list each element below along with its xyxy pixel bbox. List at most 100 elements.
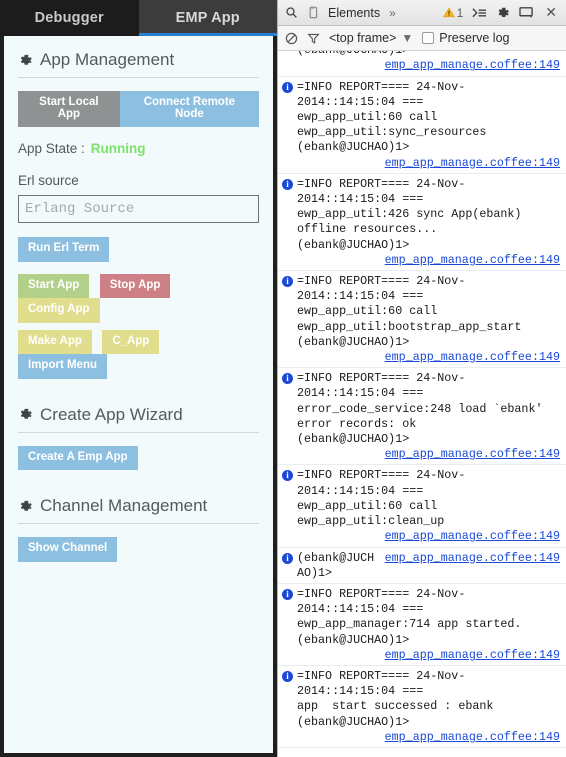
devtools-active-panel-label[interactable]: Elements bbox=[328, 6, 380, 20]
search-icon[interactable] bbox=[285, 6, 298, 19]
console-output[interactable]: i ewp_app_util:load_template_files (ebank… bbox=[278, 51, 566, 757]
warning-icon bbox=[442, 7, 455, 18]
log-source-link[interactable]: emp_app_manage.coffee:149 bbox=[297, 730, 566, 745]
info-icon: i bbox=[278, 587, 297, 600]
log-message: =INFO REPORT==== 24-Nov- 2014::14:15:04 … bbox=[297, 468, 466, 529]
console-filter-bar: <top frame> ▼ Preserve log bbox=[278, 26, 566, 51]
console-prompt[interactable]: › bbox=[278, 748, 566, 757]
log-entry[interactable]: iewp_app_util:load_template_files (ebank… bbox=[278, 51, 566, 77]
run-erl-row: Run Erl Term bbox=[18, 237, 259, 262]
section-app-management-title: App Management bbox=[40, 50, 175, 69]
tab-emp-app-label: EMP App bbox=[175, 10, 240, 26]
close-icon[interactable]: ✕ bbox=[543, 4, 559, 21]
info-icon: i bbox=[278, 468, 297, 482]
frame-selector[interactable]: <top frame> ▼ bbox=[329, 31, 413, 45]
stop-app-button[interactable]: Stop App bbox=[99, 273, 171, 298]
more-panels-icon[interactable]: » bbox=[389, 6, 396, 20]
erl-source-input[interactable] bbox=[18, 195, 259, 223]
app-state-label: App State : bbox=[18, 141, 85, 156]
run-erl-term-button[interactable]: Run Erl Term bbox=[18, 237, 110, 262]
info-icon: i bbox=[278, 371, 297, 385]
app-action-row-2: Make App C_App Import Menu bbox=[18, 329, 259, 379]
log-source-link[interactable]: emp_app_manage.coffee:149 bbox=[297, 58, 566, 73]
log-entry[interactable]: i =INFO REPORT==== 24-Nov- 2014::14:15:04… bbox=[278, 465, 566, 548]
c-app-button[interactable]: C_App bbox=[102, 329, 160, 354]
log-entry[interactable]: i =INFO REPORT==== 24-Nov- 2014::14:15:04… bbox=[278, 584, 566, 666]
app-state-row: App State : Running bbox=[18, 141, 259, 156]
tab-emp-app[interactable]: EMP App bbox=[138, 0, 277, 36]
section-app-management: App Management bbox=[18, 50, 259, 78]
prompt-caret-icon: › bbox=[278, 752, 297, 757]
log-source-link[interactable]: emp_app_manage.coffee:149 bbox=[297, 253, 566, 268]
console-log-list: i ewp_app_util:load_template_files (ebank… bbox=[278, 51, 566, 757]
log-source-link[interactable]: emp_app_manage.coffee:149 bbox=[297, 529, 566, 544]
device-toggle-icon[interactable] bbox=[307, 6, 319, 19]
preserve-log-checkbox[interactable] bbox=[422, 32, 435, 44]
console-drawer-icon[interactable] bbox=[472, 7, 487, 19]
info-icon: i bbox=[278, 551, 297, 564]
app-root: Debugger EMP App App Management Start Lo… bbox=[0, 0, 566, 757]
filter-icon[interactable] bbox=[307, 32, 320, 45]
log-source-link[interactable]: emp_app_manage.coffee:149 bbox=[297, 156, 566, 171]
log-message: =INFO REPORT==== 24-Nov- 2014::14:15:04 … bbox=[297, 586, 522, 647]
log-message: =INFO REPORT==== 24-Nov- 2014::14:15:04 … bbox=[297, 668, 494, 729]
warning-badge[interactable]: 1 bbox=[442, 5, 464, 20]
log-message: (ebank@JUCHAO)1> bbox=[297, 550, 375, 580]
erl-source-label: Erl source bbox=[18, 173, 79, 188]
clear-console-icon[interactable] bbox=[285, 32, 298, 45]
log-entry[interactable]: i =INFO REPORT==== 24-Nov- 2014::14:15:04… bbox=[278, 368, 566, 466]
create-app-row: Create A Emp App bbox=[18, 445, 259, 470]
app-mode-button-group: Start Local App Connect Remote Node bbox=[18, 91, 259, 127]
log-source-link[interactable]: emp_app_manage.coffee:149 bbox=[385, 551, 566, 566]
log-entry[interactable]: i =INFO REPORT==== 24-Nov- 2014::14:15:04… bbox=[278, 77, 566, 174]
connect-remote-node-button[interactable]: Connect Remote Node bbox=[119, 91, 259, 127]
section-create-app-wizard: Create App Wizard bbox=[18, 405, 259, 433]
panel-tabbar: Debugger EMP App bbox=[0, 0, 277, 36]
info-icon: i bbox=[278, 274, 297, 288]
frame-selector-label: <top frame> bbox=[329, 31, 397, 45]
create-a-emp-app-button[interactable]: Create A Emp App bbox=[18, 445, 138, 470]
show-channel-row: Show Channel bbox=[18, 537, 259, 562]
gear-icon bbox=[18, 499, 33, 514]
log-message: =INFO REPORT==== 24-Nov- 2014::14:15:04 … bbox=[297, 176, 522, 252]
start-app-button[interactable]: Start App bbox=[18, 273, 90, 298]
log-message: ewp_app_util:load_template_files (ebank@… bbox=[297, 51, 566, 58]
app-action-row-1: Start App Stop App Config App bbox=[18, 273, 259, 323]
log-source-link[interactable]: emp_app_manage.coffee:149 bbox=[297, 447, 566, 462]
log-source-link[interactable]: emp_app_manage.coffee:149 bbox=[297, 648, 566, 663]
info-icon: i bbox=[278, 669, 297, 682]
log-entry[interactable]: i (ebank@JUCHAO)1> emp_app_manage.coffee:1… bbox=[278, 548, 566, 584]
chevron-down-icon: ▼ bbox=[401, 31, 414, 45]
log-entry[interactable]: i =INFO REPORT==== 24-Nov- 2014::14:15:04… bbox=[278, 174, 566, 272]
log-entry[interactable]: i =INFO REPORT==== 24-Nov- 2014::14:15:04… bbox=[278, 666, 566, 748]
emp-app-panel: Debugger EMP App App Management Start Lo… bbox=[0, 0, 277, 757]
log-message: =INFO REPORT==== 24-Nov- 2014::14:15:04 … bbox=[297, 79, 487, 155]
log-message: =INFO REPORT==== 24-Nov- 2014::14:15:04 … bbox=[297, 274, 522, 349]
log-source-link[interactable]: emp_app_manage.coffee:149 bbox=[297, 350, 566, 365]
info-icon: i bbox=[278, 177, 297, 190]
devtools-toolbar: Elements » 1 ✕ bbox=[278, 0, 566, 26]
info-icon: i bbox=[278, 80, 297, 93]
app-state-value: Running bbox=[90, 141, 146, 156]
log-entry[interactable]: i =INFO REPORT==== 24-Nov- 2014::14:15:04… bbox=[278, 271, 566, 369]
tab-debugger[interactable]: Debugger bbox=[0, 0, 139, 36]
gear-icon[interactable] bbox=[496, 6, 510, 20]
dock-icon[interactable] bbox=[519, 6, 534, 19]
gear-icon bbox=[18, 53, 33, 68]
gear-icon bbox=[18, 407, 33, 422]
section-channel-management: Channel Management bbox=[18, 496, 259, 524]
tab-debugger-label: Debugger bbox=[34, 10, 104, 26]
start-local-app-button[interactable]: Start Local App bbox=[18, 91, 120, 127]
devtools-panel: Elements » 1 ✕ <top frame> ▼ Preserve lo… bbox=[277, 0, 566, 757]
log-message: =INFO REPORT==== 24-Nov- 2014::14:15:04 … bbox=[297, 371, 543, 447]
preserve-log-toggle[interactable]: Preserve log bbox=[422, 31, 509, 45]
warning-count: 1 bbox=[456, 5, 464, 20]
show-channel-button[interactable]: Show Channel bbox=[18, 537, 118, 562]
section-create-app-wizard-title: Create App Wizard bbox=[40, 404, 183, 424]
import-menu-button[interactable]: Import Menu bbox=[18, 354, 107, 379]
console-scrollbar[interactable] bbox=[562, 51, 566, 757]
emp-app-content: App Management Start Local App Connect R… bbox=[0, 36, 277, 757]
section-channel-management-title: Channel Management bbox=[40, 496, 208, 515]
make-app-button[interactable]: Make App bbox=[18, 329, 92, 354]
config-app-button[interactable]: Config App bbox=[18, 298, 100, 323]
